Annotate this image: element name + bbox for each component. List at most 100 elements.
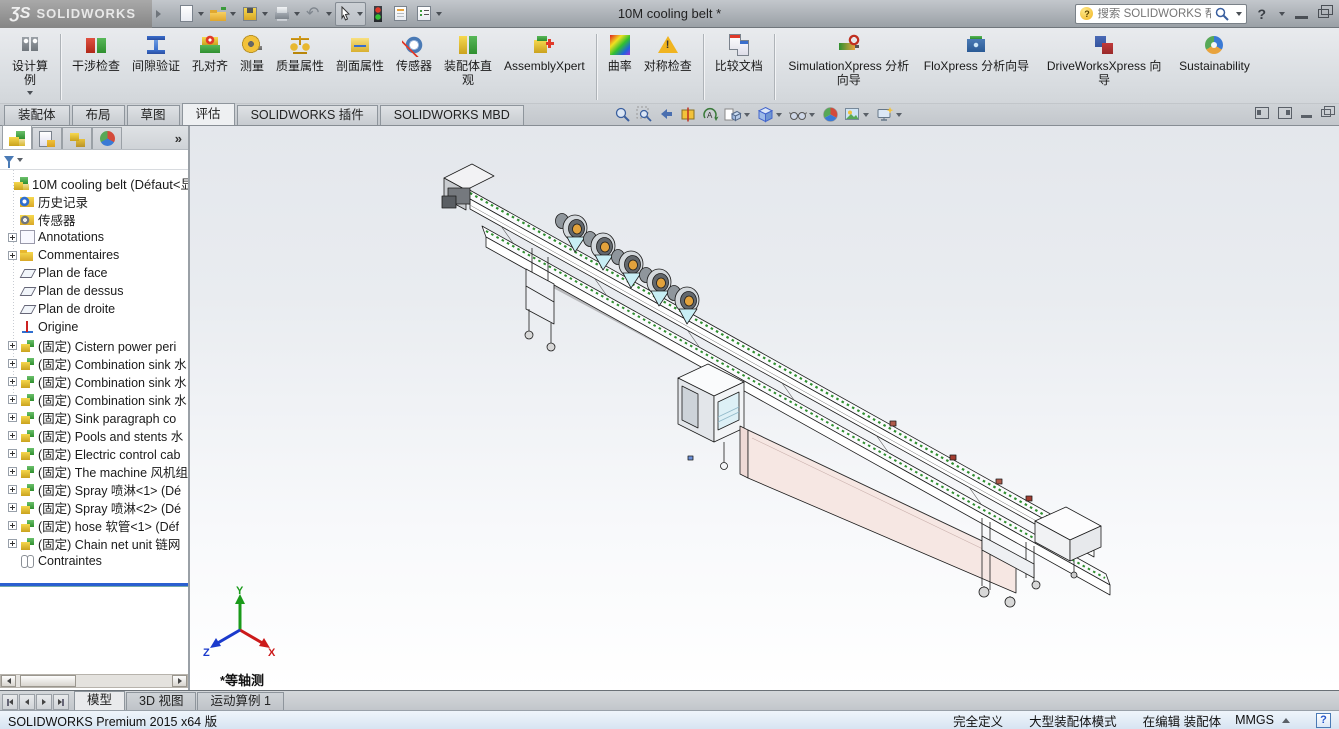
tab-propertymanager[interactable] — [32, 127, 62, 149]
tree-item[interactable]: Contraintes — [0, 552, 188, 570]
ribbon-button[interactable]: 剖面属性 — [331, 31, 389, 76]
print-button[interactable] — [271, 2, 302, 26]
expand-plus-icon[interactable] — [8, 323, 17, 332]
section-view-button[interactable] — [678, 105, 699, 124]
zoom-to-area-button[interactable] — [634, 105, 655, 124]
restore-window-button[interactable] — [1318, 9, 1329, 18]
tree-item[interactable]: (固定) Cistern power peri — [0, 336, 188, 354]
tree-item[interactable]: (固定) Combination sink 水 — [0, 390, 188, 408]
display-style-button[interactable] — [755, 105, 786, 124]
panel-overflow-chevron[interactable]: » — [169, 131, 188, 149]
expand-plus-icon[interactable] — [8, 521, 17, 530]
view-orientation-button[interactable] — [722, 105, 754, 124]
tree-item[interactable]: (固定) Combination sink 水 — [0, 372, 188, 390]
tree-item[interactable]: 历史记录 — [0, 192, 188, 210]
tree-item[interactable]: (固定) Spray 喷淋<2> (Dé — [0, 498, 188, 516]
expand-plus-icon[interactable] — [8, 341, 17, 350]
ribbon-button[interactable]: DriveWorksXpress 向导 — [1036, 31, 1172, 90]
file-properties-button[interactable] — [390, 2, 412, 26]
study-tab[interactable]: 3D 视图 — [126, 692, 196, 710]
expand-plus-icon[interactable] — [8, 215, 17, 224]
tree-item[interactable]: 10M cooling belt (Défaut<显 — [0, 174, 188, 192]
tree-item[interactable]: Plan de face — [0, 264, 188, 282]
expand-plus-icon[interactable] — [8, 485, 17, 494]
tab-displaymanager[interactable] — [92, 127, 122, 149]
ribbon-button[interactable]: 测量 — [235, 31, 269, 76]
tree-item[interactable]: Origine — [0, 318, 188, 336]
restore-document-button[interactable] — [1321, 109, 1331, 117]
expand-plus-icon[interactable] — [8, 539, 17, 548]
ribbon-button[interactable]: 比较文档 — [710, 31, 768, 76]
command-tab[interactable]: 装配体 — [4, 105, 70, 125]
ribbon-button[interactable]: 孔对齐 — [187, 31, 233, 76]
zoom-to-fit-button[interactable] — [612, 105, 633, 124]
new-document-button[interactable] — [175, 2, 206, 26]
tree-item[interactable]: (固定) hose 软管<1> (Déf — [0, 516, 188, 534]
command-tab[interactable]: 评估 — [182, 103, 235, 125]
search-icon[interactable] — [1215, 7, 1229, 21]
cooling-belt-model[interactable] — [190, 126, 1337, 690]
expand-plus-icon[interactable] — [8, 233, 17, 242]
expand-plus-icon[interactable] — [8, 305, 17, 314]
ribbon-button[interactable]: FloXpress 分析向导 — [919, 31, 1034, 76]
ribbon-button[interactable]: Sustainability — [1174, 31, 1255, 76]
ribbon-button[interactable]: SimulationXpress 分析向导 — [781, 31, 917, 90]
expand-plus-icon[interactable] — [8, 557, 17, 566]
previous-view-button[interactable] — [656, 105, 677, 124]
minimize-window-button[interactable] — [1295, 16, 1308, 19]
save-button[interactable] — [239, 2, 270, 26]
previous-tab-button[interactable] — [19, 694, 35, 710]
tree-filter-row[interactable] — [0, 150, 188, 170]
select-button[interactable] — [335, 2, 366, 26]
tree-item[interactable]: 传感器 — [0, 210, 188, 228]
search-input[interactable] — [1097, 8, 1211, 20]
expand-plus-icon[interactable] — [8, 449, 17, 458]
expand-plus-icon[interactable] — [8, 251, 17, 260]
panel-horizontal-scrollbar[interactable] — [0, 674, 188, 688]
tree-item[interactable]: (固定) Electric control cab — [0, 444, 188, 462]
hide-show-items-button[interactable] — [787, 105, 819, 124]
search-box[interactable]: ? — [1075, 4, 1247, 24]
expand-plus-icon[interactable] — [8, 269, 17, 278]
pane-left-icon[interactable] — [1255, 107, 1269, 119]
chevron-down-icon[interactable] — [1279, 12, 1285, 16]
tab-featuremanager[interactable] — [2, 125, 32, 149]
ribbon-button[interactable]: 质量属性 — [271, 31, 329, 76]
help-button[interactable]: ? — [1257, 6, 1266, 22]
chevron-down-icon[interactable] — [1236, 12, 1242, 16]
tab-configurationmanager[interactable] — [62, 127, 92, 149]
tree-item[interactable]: (固定) The machine 风机组 — [0, 462, 188, 480]
tree-item[interactable]: (固定) Combination sink 水 — [0, 354, 188, 372]
expand-plus-icon[interactable] — [8, 377, 17, 386]
command-tab[interactable]: SOLIDWORKS 插件 — [237, 105, 378, 125]
units-selector[interactable]: MMGS — [1235, 713, 1290, 727]
minimize-document-button[interactable] — [1301, 115, 1312, 118]
edit-appearance-button[interactable] — [820, 105, 841, 124]
ribbon-button[interactable]: AssemblyXpert — [499, 31, 590, 76]
first-tab-button[interactable] — [2, 694, 18, 710]
scrollbar-thumb[interactable] — [20, 675, 76, 687]
expand-plus-icon[interactable] — [8, 395, 17, 404]
toolbar-flyout-arrow-icon[interactable] — [156, 10, 161, 18]
tree-item[interactable]: (固定) Sink paragraph co — [0, 408, 188, 426]
ribbon-button[interactable]: 对称检查 — [639, 31, 697, 76]
last-tab-button[interactable] — [53, 694, 69, 710]
open-button[interactable] — [207, 2, 238, 26]
expand-plus-icon[interactable] — [8, 359, 17, 368]
ribbon-button[interactable]: 传感器 — [391, 31, 437, 76]
rebuild-button[interactable] — [367, 2, 389, 26]
command-tab[interactable]: SOLIDWORKS MBD — [380, 105, 524, 125]
tree-item[interactable]: Plan de dessus — [0, 282, 188, 300]
ribbon-button[interactable]: 间隙验证 — [127, 31, 185, 76]
ribbon-button[interactable]: 干涉检查 — [67, 31, 125, 76]
ribbon-button[interactable]: 曲率 — [603, 31, 637, 76]
tree-item[interactable]: (固定) Spray 喷淋<1> (Dé — [0, 480, 188, 498]
pane-right-icon[interactable] — [1278, 107, 1292, 119]
ribbon-button[interactable]: 装配体直观 — [439, 31, 497, 90]
scroll-left-button[interactable] — [1, 675, 16, 687]
expand-plus-icon[interactable] — [8, 467, 17, 476]
command-tab[interactable]: 布局 — [72, 105, 125, 125]
next-tab-button[interactable] — [36, 694, 52, 710]
expand-plus-icon[interactable] — [8, 431, 17, 440]
tree-item[interactable]: Commentaires — [0, 246, 188, 264]
